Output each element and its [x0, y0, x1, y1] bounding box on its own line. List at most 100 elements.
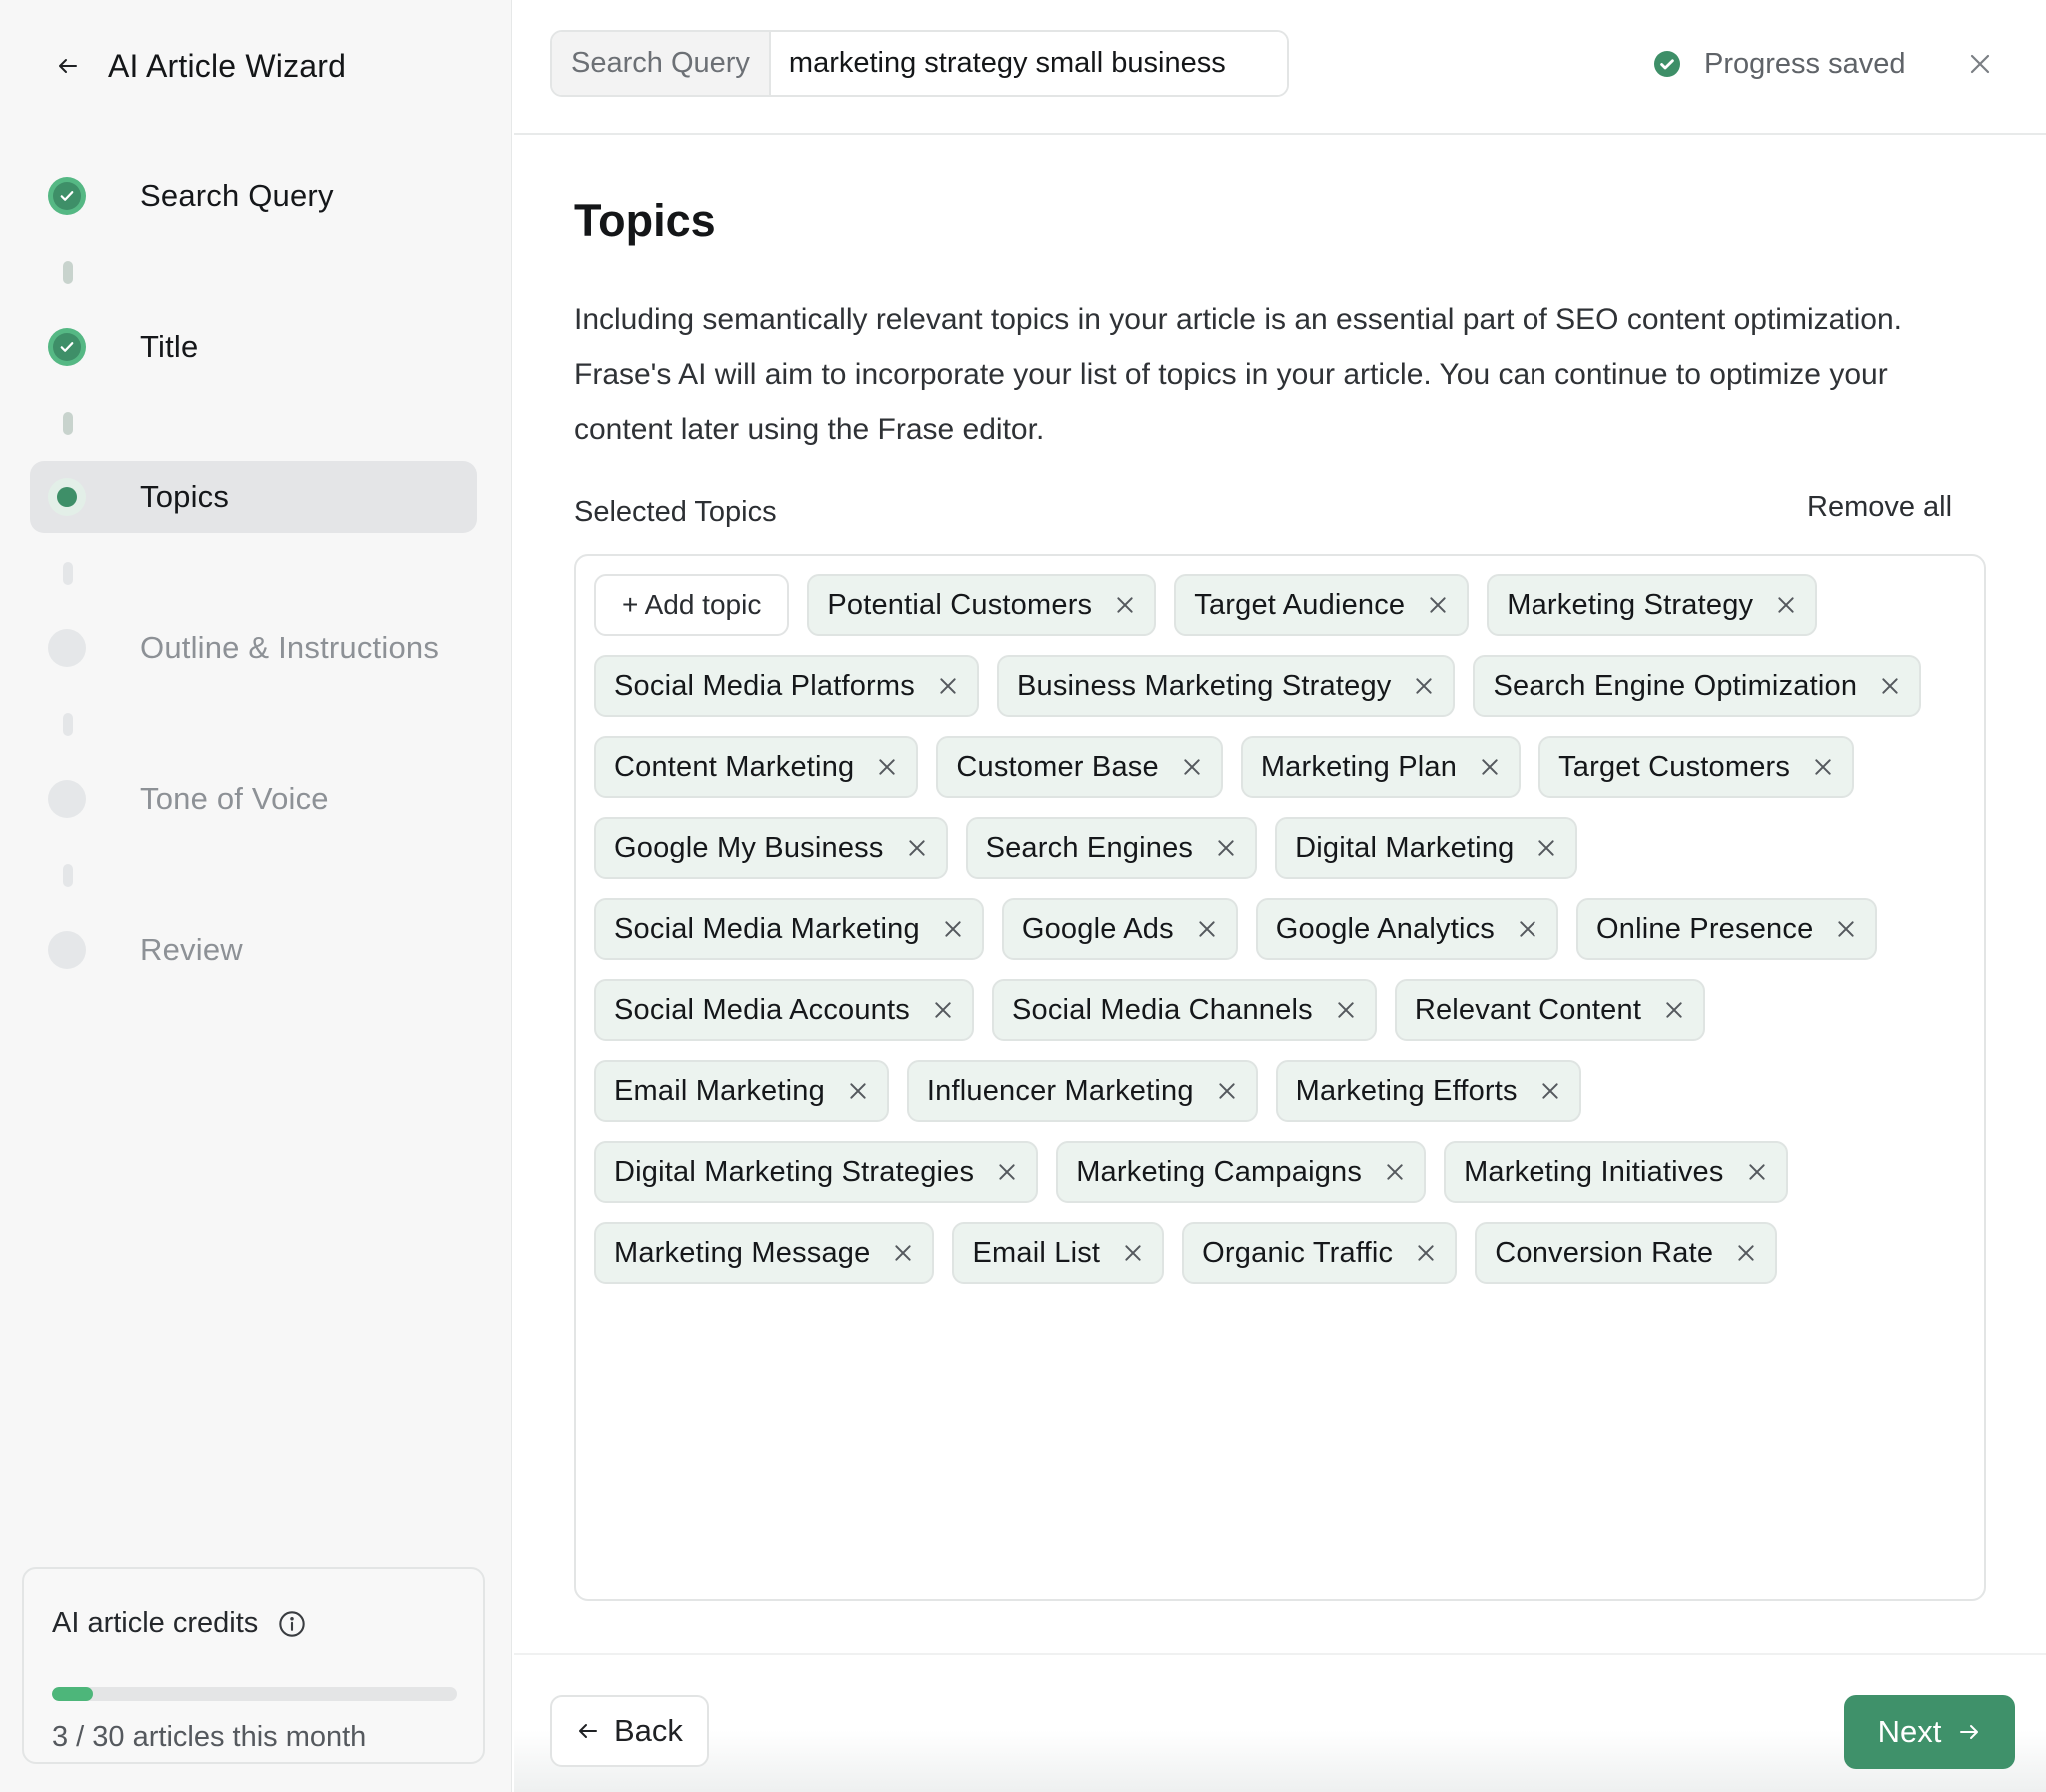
remove-topic-button[interactable]: [1879, 675, 1901, 697]
close-icon: [1542, 1083, 1558, 1099]
topbar: Search Query marketing strategy small bu…: [514, 0, 2046, 135]
close-icon: [1199, 921, 1215, 937]
remove-topic-button[interactable]: [1215, 837, 1237, 859]
step-tone-of-voice[interactable]: Tone of Voice: [30, 763, 477, 835]
remove-topic-button[interactable]: [932, 999, 954, 1021]
remove-topic-button[interactable]: [1535, 837, 1557, 859]
remove-topic-button[interactable]: [847, 1080, 869, 1102]
step-topics[interactable]: Topics: [30, 461, 477, 533]
close-icon: [1430, 597, 1446, 613]
step-title[interactable]: Title: [30, 311, 477, 383]
page-description: Including semantically relevant topics i…: [574, 303, 1902, 446]
topic-chip-label: Customer Base: [956, 750, 1159, 783]
remove-topic-button[interactable]: [1517, 918, 1538, 940]
credits-title: AI article credits: [52, 1607, 259, 1639]
close-icon: [1970, 54, 1990, 74]
page-title: Topics: [574, 195, 716, 246]
credits-card: AI article credits 3 / 30 articles this …: [22, 1567, 485, 1764]
topic-chip: Social Media Accounts: [594, 979, 974, 1041]
topic-chip-label: Social Media Marketing: [614, 912, 920, 945]
topic-chip-label: Email List: [972, 1236, 1101, 1269]
close-button[interactable]: [1964, 48, 1996, 80]
topic-chip-label: Digital Marketing: [1295, 831, 1515, 864]
close-icon: [1387, 1164, 1403, 1180]
remove-topic-button[interactable]: [1835, 918, 1857, 940]
footer: Back Next: [514, 1653, 2046, 1792]
pending-step-dot-icon: [48, 780, 86, 818]
remove-topic-button[interactable]: [1775, 594, 1797, 616]
remove-topic-button[interactable]: [876, 756, 898, 778]
search-query-value[interactable]: marketing strategy small business: [770, 32, 1287, 95]
search-query-field[interactable]: Search Query marketing strategy small bu…: [550, 30, 1289, 97]
remove-topic-button[interactable]: [1539, 1080, 1561, 1102]
remove-topic-button[interactable]: [1216, 1080, 1238, 1102]
remove-topic-button[interactable]: [1479, 756, 1501, 778]
remove-topic-button[interactable]: [1415, 1242, 1437, 1264]
topic-tags: + Add topic Potential Customers Target Au…: [594, 574, 1966, 1284]
remove-topic-button[interactable]: [1114, 594, 1136, 616]
remove-all-button[interactable]: Remove all: [1807, 491, 1952, 524]
step-outline-instructions[interactable]: Outline & Instructions: [30, 612, 477, 684]
close-icon: [999, 1164, 1015, 1180]
topic-chip: Digital Marketing Strategies: [594, 1141, 1039, 1203]
topic-chip-label: Marketing Plan: [1260, 750, 1458, 783]
step-label: Outline & Instructions: [140, 630, 440, 665]
next-button[interactable]: Next: [1844, 1695, 2015, 1769]
remove-topic-button[interactable]: [937, 675, 959, 697]
close-icon: [1738, 1245, 1754, 1261]
topic-chip-label: Relevant Content: [1414, 993, 1642, 1026]
remove-topic-button[interactable]: [1427, 594, 1449, 616]
close-icon: [1748, 1164, 1765, 1180]
topic-chip: Marketing Efforts: [1275, 1060, 1581, 1122]
credits-usage-text: 3 / 30 articles this month: [52, 1721, 367, 1753]
topic-chip-label: Content Marketing: [614, 750, 855, 783]
info-icon[interactable]: [278, 1610, 306, 1638]
step-connector: [63, 864, 73, 887]
remove-topic-button[interactable]: [1746, 1161, 1768, 1183]
remove-topic-button[interactable]: [1413, 675, 1435, 697]
next-button-label: Next: [1877, 1714, 1942, 1749]
topic-chip: Search Engine Optimization: [1473, 655, 1922, 717]
topic-chip-label: Social Media Platforms: [614, 669, 915, 702]
back-button[interactable]: Back: [550, 1695, 709, 1767]
topic-chip-label: Marketing Strategy: [1507, 588, 1754, 621]
step-label: Title: [140, 329, 199, 364]
topic-chip: Marketing Strategy: [1487, 574, 1818, 636]
arrow-left-icon: [579, 1724, 597, 1738]
step-label: Tone of Voice: [140, 781, 329, 816]
progress-saved-text: Progress saved: [1704, 47, 1906, 80]
close-icon: [1538, 840, 1555, 856]
remove-topic-button[interactable]: [1122, 1242, 1144, 1264]
topic-chip: Google My Business: [594, 817, 948, 879]
close-icon: [1838, 921, 1855, 937]
remove-topic-button[interactable]: [942, 918, 964, 940]
close-icon: [1482, 759, 1498, 775]
remove-topic-button[interactable]: [1812, 756, 1834, 778]
topic-chip-label: Target Audience: [1194, 588, 1406, 621]
topic-chip-label: Marketing Efforts: [1295, 1074, 1518, 1107]
arrow-left-icon[interactable]: [56, 54, 80, 78]
pending-step-dot-icon: [48, 629, 86, 667]
remove-topic-button[interactable]: [1335, 999, 1357, 1021]
step-review[interactable]: Review: [30, 914, 477, 986]
step-search-query[interactable]: Search Query: [30, 160, 477, 232]
remove-topic-button[interactable]: [1384, 1161, 1406, 1183]
close-icon: [1520, 921, 1535, 937]
remove-topic-button[interactable]: [996, 1161, 1018, 1183]
topic-chip-label: Marketing Initiatives: [1464, 1155, 1724, 1188]
search-query-label: Search Query: [552, 32, 771, 95]
close-icon: [935, 1002, 951, 1018]
topic-chip: Social Media Channels: [991, 979, 1377, 1041]
topic-chip: Target Audience: [1174, 574, 1470, 636]
remove-topic-button[interactable]: [1735, 1242, 1757, 1264]
add-topic-button[interactable]: + Add topic: [594, 574, 790, 636]
remove-topic-button[interactable]: [906, 837, 928, 859]
close-icon: [1117, 597, 1133, 613]
remove-topic-button[interactable]: [892, 1242, 914, 1264]
close-icon: [1666, 1002, 1682, 1018]
remove-topic-button[interactable]: [1196, 918, 1218, 940]
remove-topic-button[interactable]: [1663, 999, 1685, 1021]
topic-chip-label: Marketing Campaigns: [1076, 1155, 1363, 1188]
wizard-steps: Search Query Title Topics Outline & Inst…: [30, 160, 477, 986]
remove-topic-button[interactable]: [1181, 756, 1203, 778]
